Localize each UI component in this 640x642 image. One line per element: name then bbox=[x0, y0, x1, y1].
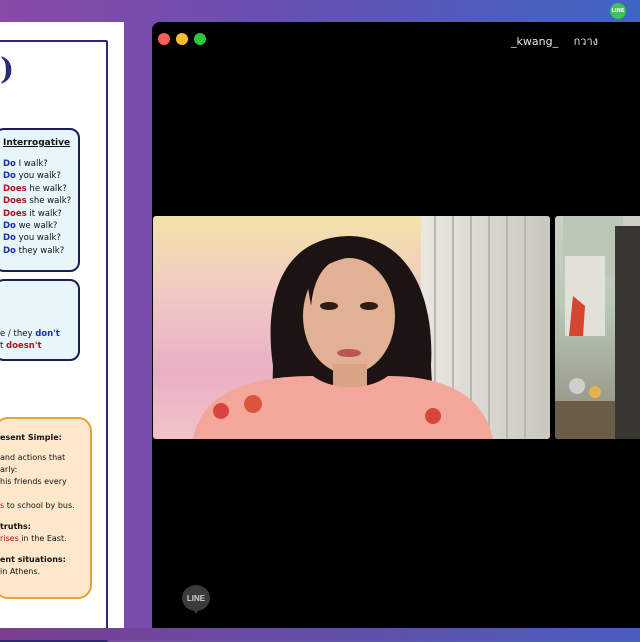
uses-line: and actions that bbox=[0, 453, 66, 462]
participant-video-image bbox=[193, 216, 550, 439]
interrogative-title: Interrogative bbox=[3, 138, 71, 148]
participant-name: กวาง bbox=[573, 35, 598, 48]
negative-line-1: e / they don't bbox=[0, 329, 60, 339]
negative-line-2: t doesn't bbox=[0, 341, 42, 351]
list-item: Do you walk? bbox=[3, 171, 61, 182]
line-app-icon[interactable]: LINE bbox=[610, 3, 626, 19]
list-item: Do they walk? bbox=[3, 245, 65, 256]
negative-box: e / they don't t doesn't bbox=[0, 279, 80, 361]
list-item: Do we walk? bbox=[3, 221, 58, 232]
minimize-window-button[interactable] bbox=[176, 33, 188, 45]
uses-line: s to school by bus. bbox=[0, 501, 75, 510]
uses-line: in Athens. bbox=[0, 567, 41, 576]
line-logo-tail bbox=[192, 608, 200, 614]
participant-names: _kwang_ กวาง bbox=[511, 32, 598, 50]
desktop-topbar: LINE bbox=[0, 0, 640, 22]
slide-window: ) Interrogative Do I walk? Do you walk? … bbox=[0, 22, 124, 642]
list-item: Do I walk? bbox=[3, 159, 48, 169]
list-item: Do you walk? bbox=[3, 233, 61, 244]
slide-title: ) bbox=[0, 52, 15, 87]
uses-line: rises in the East. bbox=[0, 534, 67, 543]
close-window-button[interactable] bbox=[158, 33, 170, 45]
main-video-tile[interactable] bbox=[153, 216, 550, 439]
uses-line: his friends every bbox=[0, 477, 67, 486]
uses-line: ent situations: bbox=[0, 555, 66, 564]
participant-name: _kwang_ bbox=[511, 35, 559, 48]
uses-line: truths: bbox=[0, 522, 31, 531]
secondary-video-tile[interactable] bbox=[555, 216, 640, 439]
room-video-image bbox=[555, 216, 640, 439]
uses-line: arly: bbox=[0, 465, 18, 474]
uses-heading: esent Simple: bbox=[0, 433, 62, 442]
list-item: Does he walk? bbox=[3, 183, 67, 194]
desktop-bottom-strip bbox=[0, 628, 640, 640]
video-call-window: _kwang_ กวาง LINE bbox=[152, 22, 640, 634]
uses-box: esent Simple: and actions that arly: his… bbox=[0, 417, 92, 599]
maximize-window-button[interactable] bbox=[194, 33, 206, 45]
interrogative-list: Do I walk? Do you walk? Does he walk? Do… bbox=[3, 158, 71, 257]
list-item: Does she walk? bbox=[3, 196, 72, 207]
list-item: Does it walk? bbox=[3, 208, 62, 219]
interrogative-box: Interrogative Do I walk? Do you walk? Do… bbox=[0, 128, 80, 272]
